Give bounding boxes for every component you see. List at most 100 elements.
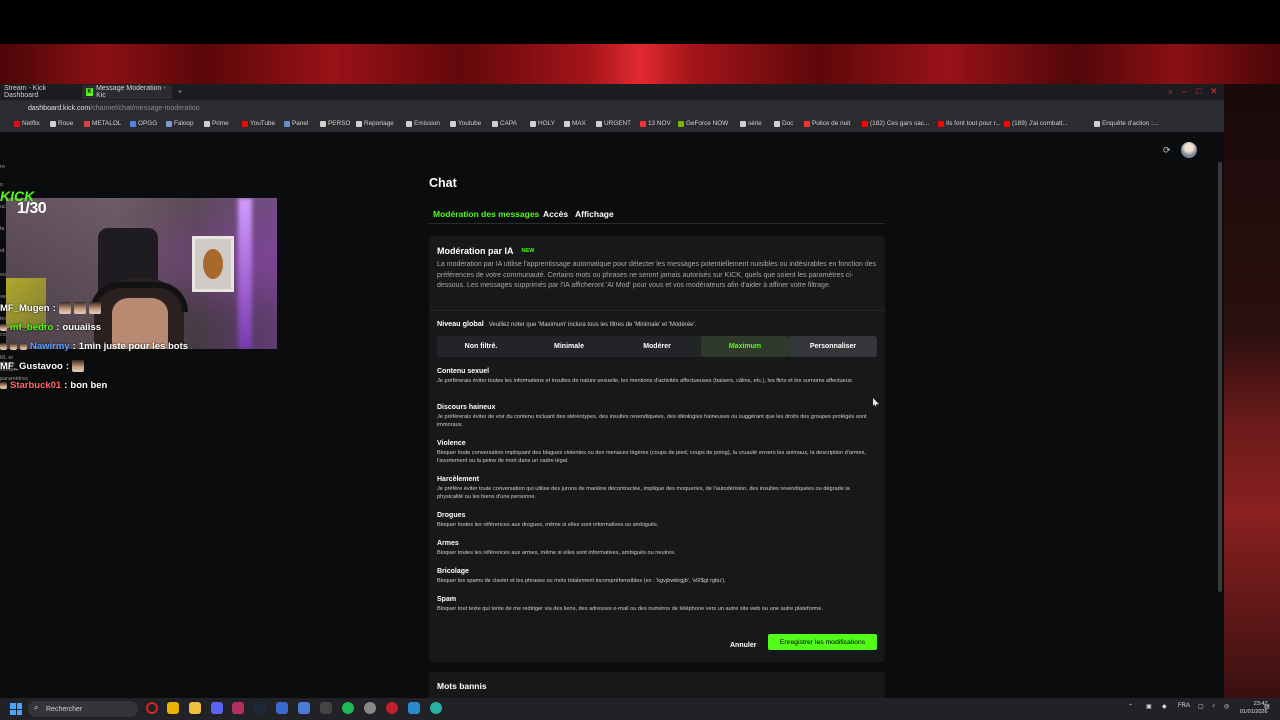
bookmark-item[interactable]: Roue xyxy=(50,120,73,127)
address-bar[interactable]: dashboard.kick.com /channel/chat/message… xyxy=(0,100,1224,116)
app-icon[interactable] xyxy=(298,702,310,714)
bookmark-icon xyxy=(406,120,412,127)
category-title: Spam xyxy=(437,596,457,603)
spotify-icon[interactable] xyxy=(342,702,354,714)
global-level-note: Veuillez noter que 'Maximum' inclura tou… xyxy=(488,322,697,328)
volume-icon[interactable]: ♪ xyxy=(1212,703,1215,709)
level-option-unfiltered[interactable]: Non filtré. xyxy=(437,336,525,357)
bookmark-icon xyxy=(640,120,646,127)
category-description: Bloquer toute conversation impliquant de… xyxy=(437,450,866,464)
bookmark-icon xyxy=(84,120,90,127)
cam-led-light xyxy=(238,198,252,349)
chat-message: Nawirmy:1min juste pour les bots xyxy=(0,341,188,352)
level-option-custom[interactable]: Personnaliser xyxy=(789,336,877,357)
minimize-icon[interactable]: – xyxy=(1182,86,1187,96)
page-scrollbar[interactable] xyxy=(1218,162,1222,592)
app-icon[interactable] xyxy=(430,702,442,714)
settings-icon[interactable] xyxy=(364,702,376,714)
bookmark-item[interactable]: (189) J'ai combatt... xyxy=(1004,120,1068,127)
opera-icon[interactable] xyxy=(146,702,158,714)
maximize-icon[interactable]: □ xyxy=(1196,86,1201,96)
bookmark-label: série xyxy=(748,120,762,127)
language-indicator[interactable]: FRA xyxy=(1178,703,1190,709)
bookmark-item[interactable]: HOLY xyxy=(530,120,555,127)
tray-app-icon[interactable]: ▢ xyxy=(1198,703,1204,710)
bookmark-item[interactable]: Panel xyxy=(284,120,308,127)
bookmark-item[interactable]: Enquête d'action :... xyxy=(1094,120,1158,127)
bookmark-item[interactable]: Youtube xyxy=(450,120,481,127)
tab-display[interactable]: Affichage xyxy=(575,209,614,219)
app-icon[interactable] xyxy=(386,702,398,714)
chat-separator: : xyxy=(56,322,60,333)
bookmark-item[interactable]: Doc xyxy=(774,120,793,127)
bookmark-label: METALOL xyxy=(92,120,122,127)
bookmark-item[interactable]: METALOL xyxy=(84,120,121,127)
app-icon[interactable] xyxy=(232,702,244,714)
folder-icon[interactable] xyxy=(189,702,201,714)
level-option-minimal[interactable]: Minimale xyxy=(525,336,613,357)
bookmark-icon xyxy=(450,120,456,127)
steam-icon[interactable] xyxy=(254,702,266,714)
tab-message-moderation[interactable]: K Message Moderation - Kic xyxy=(82,85,172,99)
notification-icon[interactable]: ▤ xyxy=(1264,703,1270,710)
category-item: Armes Bloquer toutes les références aux a… xyxy=(437,540,873,557)
bookmark-item[interactable]: Prime xyxy=(204,120,229,127)
bookmark-label: Youtube xyxy=(458,120,482,127)
bookmark-item[interactable]: Emission xyxy=(406,120,440,127)
discord-icon[interactable] xyxy=(211,702,223,714)
app-icon[interactable] xyxy=(276,702,288,714)
level-selector: Non filtré. Minimale Modérer Maximum Per… xyxy=(437,336,877,357)
chat-message: Starbuck01: bon ben xyxy=(0,380,107,391)
address-host: dashboard.kick.com xyxy=(28,104,91,112)
bookmark-icon xyxy=(774,120,780,127)
save-button[interactable]: Enregistrer les modifications xyxy=(768,634,877,650)
banned-words-title: Mots bannis xyxy=(437,681,487,691)
bookmark-item[interactable]: Netflix xyxy=(14,120,40,127)
user-badge-icon xyxy=(0,382,7,389)
bookmark-item[interactable]: CAPA xyxy=(492,120,517,127)
network-icon[interactable]: ◎ xyxy=(1224,703,1229,710)
bookmark-item[interactable]: 13 NOV xyxy=(640,120,671,127)
bookmark-icon xyxy=(130,120,136,127)
search-tabs-icon[interactable]: ⌕ xyxy=(1168,86,1173,97)
refresh-icon[interactable]: ⟳ xyxy=(1163,145,1171,156)
bookmark-item[interactable]: PERSO xyxy=(320,120,350,127)
bookmark-item[interactable]: Ils font tout pour r... xyxy=(938,120,1001,127)
bookmark-item[interactable]: Faloop xyxy=(166,120,194,127)
cancel-button[interactable]: Annuler xyxy=(730,642,756,649)
app-icon[interactable] xyxy=(320,702,332,714)
windows-start-icon[interactable] xyxy=(10,703,22,715)
bookmark-item[interactable]: série xyxy=(740,120,762,127)
bookmark-item[interactable]: GeForce NOW xyxy=(678,120,728,127)
taskbar-search[interactable]: ⌕ Rechercher xyxy=(28,701,138,717)
tab-access[interactable]: Accès xyxy=(543,209,568,219)
chevron-up-icon[interactable]: ⌃ xyxy=(1128,703,1133,710)
bookmark-item[interactable]: Police de nuit xyxy=(804,120,850,127)
tab-moderation[interactable]: Modération des messages xyxy=(433,209,539,219)
sidebar-fragment: ve xyxy=(0,294,6,300)
bookmark-item[interactable]: MAX xyxy=(564,120,586,127)
app-icon[interactable] xyxy=(167,702,179,714)
app-icon[interactable] xyxy=(408,702,420,714)
bookmark-icon xyxy=(242,120,248,127)
close-icon[interactable]: ✕ xyxy=(1210,86,1218,97)
chat-message: MF_Gustavoo: xyxy=(0,360,87,372)
tab-label: Message Moderation - Kic xyxy=(96,85,166,99)
bookmark-item[interactable]: OPGG xyxy=(130,120,157,127)
bookmark-item[interactable]: (182) Ces gars sac... xyxy=(862,120,929,127)
tray-app-icon[interactable]: ▣ xyxy=(1146,703,1152,710)
category-item: Discours haineux Je préférerais éviter de… xyxy=(437,404,873,429)
bookmark-label: Enquête d'action :... xyxy=(1102,120,1159,127)
tray-app-icon[interactable]: ◆ xyxy=(1162,703,1167,710)
chat-username: MF_Gustavoo xyxy=(0,360,63,372)
new-tab-button[interactable]: + xyxy=(174,85,186,99)
level-option-moderate[interactable]: Modérer xyxy=(613,336,701,357)
level-option-maximum[interactable]: Maximum xyxy=(701,336,789,357)
user-avatar[interactable] xyxy=(1180,142,1197,158)
chat-username: mf_bedro xyxy=(10,322,54,333)
tab-stream-dashboard[interactable]: Stream - Kick Dashboard xyxy=(0,85,80,99)
bookmark-item[interactable]: Reportage xyxy=(356,120,394,127)
bookmark-item[interactable]: URGENT xyxy=(596,120,631,127)
bookmark-item[interactable]: YouTube xyxy=(242,120,275,127)
category-title: Drogues xyxy=(437,512,466,519)
